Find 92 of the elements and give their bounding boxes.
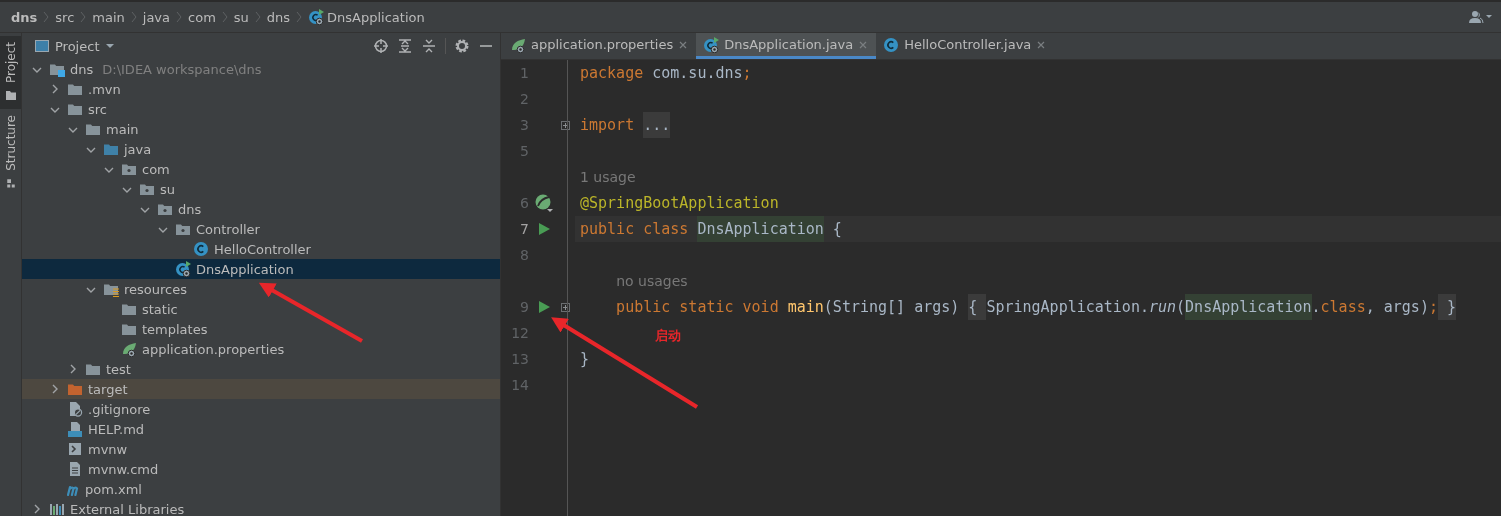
tree-item[interactable]: HelloController — [22, 239, 500, 259]
panel-icon — [35, 39, 49, 53]
tree-item[interactable]: mvnw.cmd — [22, 459, 500, 479]
spring-leaf-icon — [510, 36, 526, 53]
annotation-label: 启动 — [655, 327, 681, 345]
breadcrumb[interactable]: main — [92, 9, 125, 25]
code-line: } — [579, 349, 591, 370]
markdown-file-icon — [67, 421, 83, 437]
collapse-all-icon[interactable] — [421, 38, 437, 54]
close-icon[interactable] — [1036, 39, 1047, 50]
separator-icon — [175, 9, 184, 25]
tree-item[interactable]: target — [22, 379, 500, 399]
separator-icon — [253, 9, 262, 25]
structure-icon — [4, 176, 17, 189]
tree-item[interactable]: DnsApplication — [22, 259, 500, 279]
tree-item[interactable]: pom.xml — [22, 479, 500, 499]
fold-icon[interactable] — [561, 302, 570, 312]
tree-item[interactable]: HELP.md — [22, 419, 500, 439]
close-icon[interactable] — [678, 39, 689, 50]
code-line: import ... — [575, 112, 1501, 138]
terminal-file-icon — [67, 441, 83, 457]
line-number: 7 — [519, 221, 529, 237]
tree-item[interactable]: test — [22, 359, 500, 379]
tree-item[interactable]: dns — [22, 199, 500, 219]
expand-all-icon[interactable] — [397, 38, 413, 54]
editor-tab[interactable]: DnsApplication.java — [696, 33, 877, 59]
separator-icon — [220, 9, 229, 25]
breadcrumb[interactable]: DnsApplication — [308, 9, 425, 25]
ignored-file-icon — [67, 401, 83, 417]
spring-leaf-icon[interactable] — [535, 194, 553, 212]
code-line: package com.su.dns; — [579, 63, 753, 84]
separator-icon — [79, 9, 88, 25]
tree-item[interactable]: static — [22, 299, 500, 319]
line-number: 3 — [519, 117, 529, 133]
code-line: public static void main(String[] args) { SpringApplication.run(DnsApplication.class, args); } — [575, 294, 1501, 320]
panel-title[interactable]: Project — [55, 38, 100, 54]
line-number: 6 — [519, 195, 529, 211]
breadcrumb[interactable]: dns — [11, 9, 38, 25]
tree-item[interactable]: su — [22, 179, 500, 199]
library-icon — [49, 501, 65, 516]
spring-class-icon — [703, 36, 720, 53]
separator-icon — [295, 9, 304, 25]
usage-hint: 1 usage — [580, 168, 636, 186]
line-number: 2 — [519, 91, 529, 107]
editor-tab[interactable]: HelloController.java — [876, 33, 1055, 59]
line-number: 5 — [519, 143, 529, 159]
settings-icon[interactable] — [454, 38, 470, 54]
code-line: @SpringBootApplication — [579, 193, 780, 214]
separator-icon — [42, 9, 51, 25]
line-number: 9 — [519, 299, 529, 315]
tree-item[interactable]: com — [22, 159, 500, 179]
line-number: 14 — [510, 377, 529, 393]
tree-item[interactable]: .gitignore — [22, 399, 500, 419]
tree-item[interactable]: resources — [22, 279, 500, 299]
tree-item[interactable]: mvnw — [22, 439, 500, 459]
crosshair-icon[interactable] — [373, 38, 389, 54]
spring-class-icon — [175, 261, 191, 277]
user-icon[interactable] — [1469, 10, 1493, 24]
breadcrumb[interactable]: su — [233, 9, 249, 25]
breadcrumb[interactable]: java — [142, 9, 171, 25]
tree-item[interactable]: Controller — [22, 219, 500, 239]
line-number: 13 — [510, 351, 529, 367]
tree-item[interactable]: java — [22, 139, 500, 159]
line-number: 8 — [519, 247, 529, 263]
tree-item[interactable]: dns D:\IDEA workspance\dns — [22, 59, 500, 79]
breadcrumb[interactable]: src — [55, 9, 75, 25]
tool-window-tab[interactable]: Project — [0, 36, 21, 110]
breadcrumb[interactable]: com — [188, 9, 216, 25]
tree-item[interactable]: src — [22, 99, 500, 119]
run-icon[interactable] — [538, 301, 550, 313]
separator-icon — [129, 9, 138, 25]
tree-item[interactable]: .mvn — [22, 79, 500, 99]
spring-leaf-icon — [121, 341, 137, 357]
fold-icon[interactable] — [561, 120, 570, 130]
breadcrumb[interactable]: dns — [266, 9, 291, 25]
tree-item[interactable]: templates — [22, 319, 500, 339]
class-icon — [883, 36, 900, 53]
folder-icon — [4, 89, 17, 102]
editor-tab[interactable]: application.properties — [503, 33, 697, 59]
tool-window-tab[interactable]: Structure — [0, 109, 21, 197]
tree-item[interactable]: main — [22, 119, 500, 139]
line-number: 12 — [510, 325, 529, 341]
line-number: 1 — [519, 65, 529, 81]
usage-hint: no usages — [615, 272, 688, 290]
file-icon — [67, 461, 83, 477]
caret-icon[interactable] — [105, 41, 116, 51]
run-icon[interactable] — [538, 223, 550, 235]
tree-item[interactable]: application.properties — [22, 339, 500, 359]
tree-item[interactable]: External Libraries — [22, 499, 500, 516]
path-hint: D:\IDEA workspance\dns — [102, 61, 262, 77]
spring-class-icon — [308, 9, 325, 25]
class-icon — [193, 241, 209, 257]
